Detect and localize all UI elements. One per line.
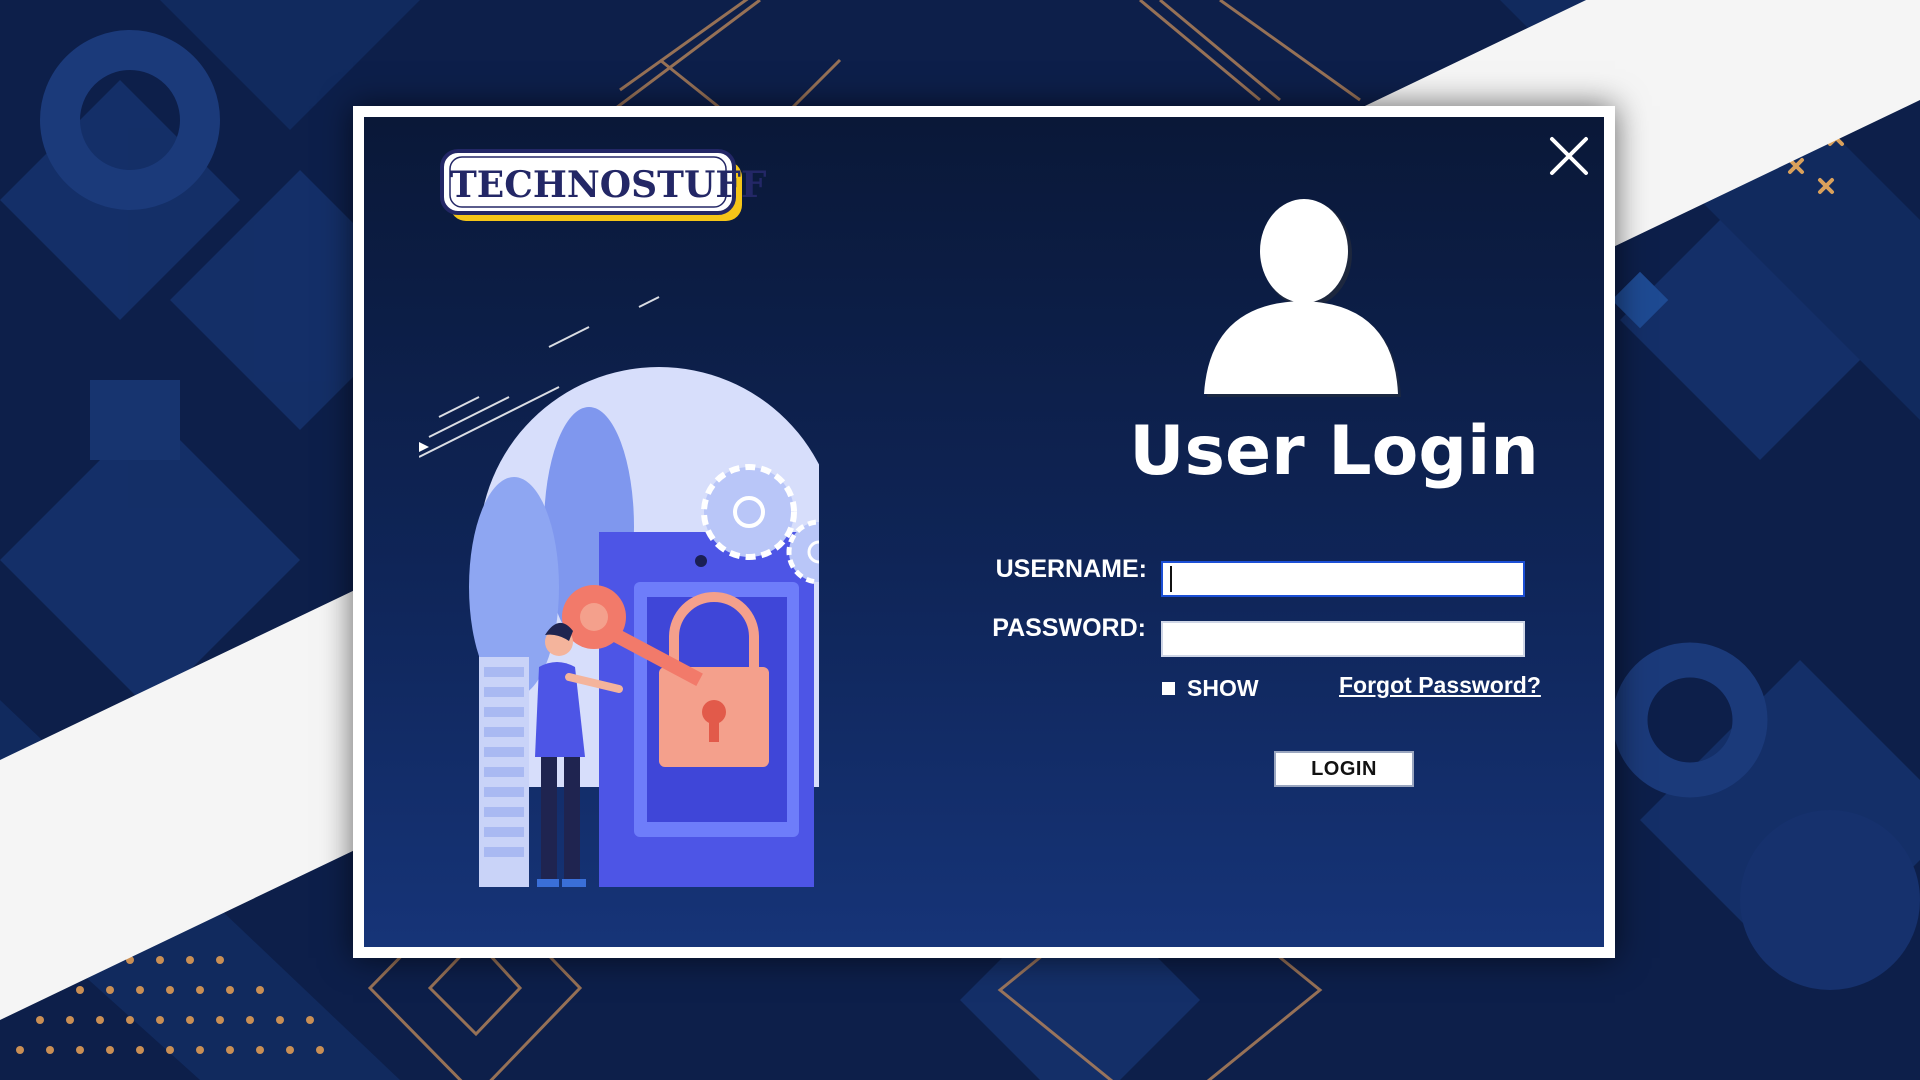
show-password-label: SHOW xyxy=(1187,674,1259,701)
password-input[interactable] xyxy=(1161,621,1525,657)
security-illustration xyxy=(419,296,819,887)
logo-text: TECHNOSTUFF xyxy=(450,164,767,206)
login-button[interactable]: LOGIN xyxy=(1274,751,1414,787)
forgot-password-link[interactable]: Forgot Password? xyxy=(1339,672,1541,699)
text-caret xyxy=(1170,566,1172,592)
show-password-toggle[interactable]: SHOW xyxy=(1162,673,1259,703)
username-input[interactable] xyxy=(1161,561,1525,597)
close-icon[interactable] xyxy=(1548,135,1590,177)
page-title: User Login xyxy=(1129,412,1539,491)
password-label: PASSWORD: xyxy=(992,614,1146,642)
show-password-checkbox[interactable] xyxy=(1162,681,1175,695)
user-avatar-icon xyxy=(1204,199,1401,397)
username-label: USERNAME: xyxy=(995,555,1147,583)
login-dialog: TECHNOSTUFF User Login USERNAME: PASSWOR… xyxy=(353,106,1615,958)
